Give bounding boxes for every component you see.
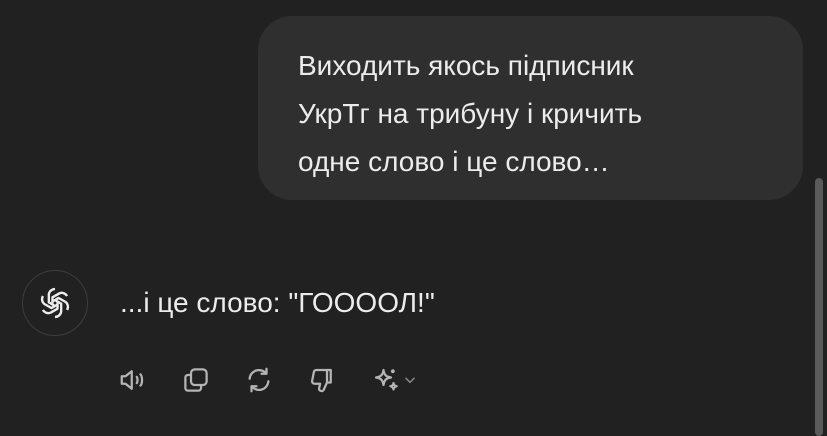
user-message-text: Виходить якось підписник УкрТг на трибун… — [298, 50, 643, 177]
thumbs-down-button[interactable] — [303, 361, 341, 399]
regenerate-button[interactable] — [240, 361, 278, 399]
assistant-avatar — [22, 270, 88, 336]
copy-button[interactable] — [177, 361, 215, 399]
chat-view: Виходить якось підписник УкрТг на трибун… — [0, 0, 827, 436]
openai-logo-icon — [40, 287, 70, 319]
scrollbar[interactable] — [815, 178, 823, 436]
regenerate-icon — [248, 367, 270, 393]
user-message-bubble: Виходить якось підписник УкрТг на трибун… — [258, 16, 803, 200]
copy-icon — [184, 368, 208, 392]
read-aloud-button[interactable] — [114, 361, 152, 399]
change-model-button[interactable] — [366, 361, 422, 399]
assistant-message-text: ...і це слово: "ГООООЛ!" — [120, 287, 435, 318]
chevron-down-icon — [405, 377, 415, 384]
message-actions-toolbar — [114, 360, 422, 400]
sparkle-icon — [374, 368, 398, 391]
thumbs-down-icon — [310, 368, 332, 393]
speaker-icon — [120, 370, 144, 390]
